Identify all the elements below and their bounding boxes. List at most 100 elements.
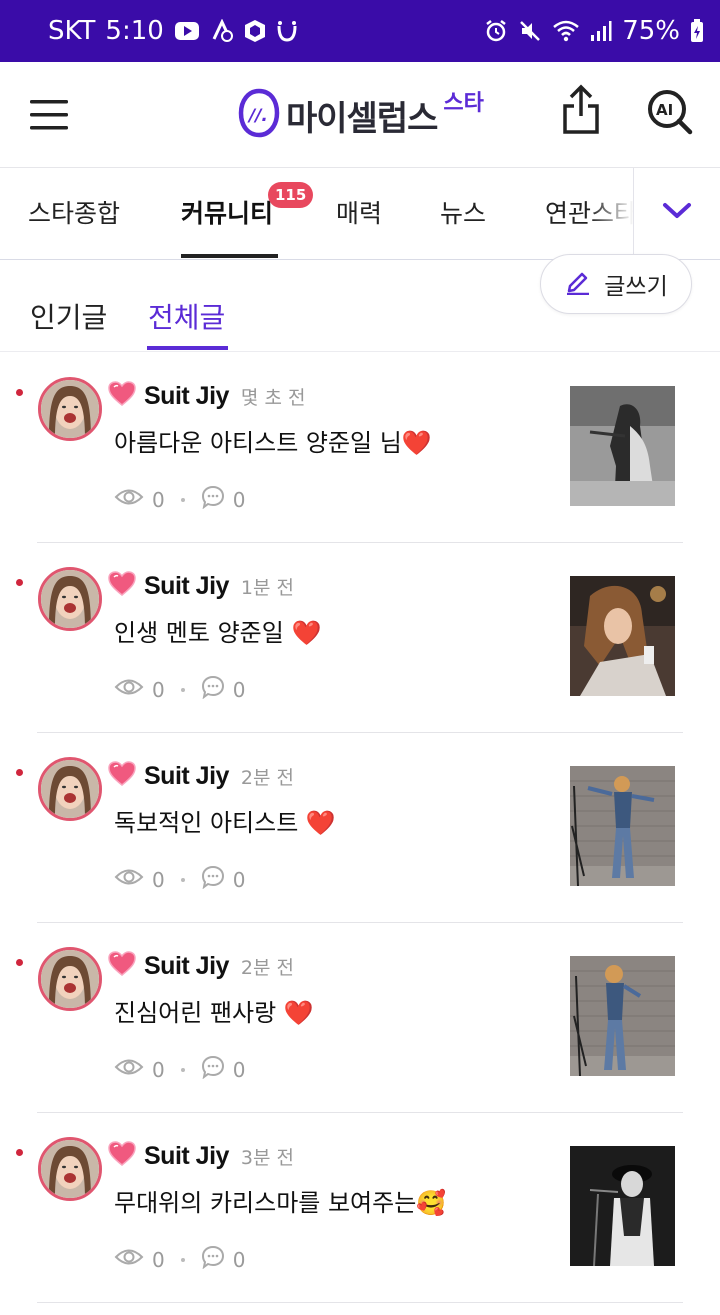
post-item[interactable]: Suit Jiy 2분 전 진심어린 팬사랑 ❤️ 0 0 [0,923,720,1113]
title-emoji: ❤️ [401,429,432,457]
new-post-dot [16,579,23,586]
box-app-icon [244,19,266,43]
tab-fade-overlay [590,168,634,258]
smile-app-icon [276,20,298,42]
author-name[interactable]: Suit Jiy [144,572,229,601]
post-item[interactable]: Suit Jiy 1분 전 인생 멘토 양준일 ❤️ 0 0 [0,543,720,733]
pencil-icon [564,267,592,301]
eye-icon [114,1056,144,1083]
post-title-text: 인생 멘토 양준일 [114,619,284,647]
view-count: 0 [152,1057,165,1082]
avatar[interactable] [38,377,102,441]
clock-label: 5:10 [105,16,164,46]
app-header: //. 마이셀럽스 스타 AI [0,62,720,168]
avatar[interactable] [38,947,102,1011]
alarm-icon [484,19,508,43]
post-thumbnail[interactable] [570,386,675,506]
eye-icon [114,486,144,513]
comment-icon [201,675,225,704]
tab-news[interactable]: 뉴스 [440,194,486,230]
post-title[interactable]: 독보적인 아티스트 ❤️ [114,803,336,838]
new-post-dot [16,769,23,776]
write-post-label: 글쓰기 [604,274,668,300]
post-title[interactable]: 아름다운 아티스트 양준일 님❤️ [114,423,432,458]
write-post-button[interactable]: 글쓰기 [540,254,692,314]
battery-icon [690,19,704,43]
stats-separator [180,1067,185,1072]
comment-count: 0 [232,867,246,892]
tab-popular-posts[interactable]: 인기글 [30,296,107,336]
active-tab-indicator [181,254,278,258]
tab-charm[interactable]: 매력 [336,194,382,230]
post-title-text: 아름다운 아티스트 양준일 님 [114,429,402,457]
title-emoji: ❤️ [291,619,322,647]
status-bar: SKT 5:10 75% [0,0,720,62]
expand-tabs-button[interactable] [633,168,720,258]
app-logo[interactable]: //. 마이셀럽스 스타 [238,80,484,150]
tab-star-overview[interactable]: 스타종합 [28,194,120,230]
carrier-label: SKT [48,16,96,46]
tab-all-posts[interactable]: 전체글 [148,296,225,336]
view-count: 0 [152,1247,165,1272]
comment-count: 0 [232,677,246,702]
community-count-badge: 115 [268,182,314,208]
title-emoji: ❤️ [305,809,336,837]
view-count: 0 [152,487,165,512]
post-title-text: 무대위의 카리스마를 보여주는 [114,1189,417,1217]
avatar[interactable] [38,757,102,821]
post-thumbnail[interactable] [570,956,675,1076]
heart-badge-icon [108,381,136,411]
post-stats: 0 0 [114,865,245,894]
author-name[interactable]: Suit Jiy [144,1142,229,1171]
heart-badge-icon [108,571,136,601]
post-stats: 0 0 [114,485,245,514]
share-icon[interactable] [560,84,602,136]
signal-icon [590,20,612,42]
menu-icon[interactable] [26,92,72,138]
eye-icon [114,866,144,893]
post-item[interactable]: Suit Jiy 몇 초 전 아름다운 아티스트 양준일 님❤️ 0 0 [0,353,720,543]
avatar[interactable] [38,1137,102,1201]
avatar[interactable] [38,567,102,631]
post-title-text: 독보적인 아티스트 [114,809,299,837]
post-item[interactable]: Suit Jiy 2분 전 독보적인 아티스트 ❤️ 0 0 [0,733,720,923]
stats-separator [180,687,185,692]
youtube-icon [174,21,200,41]
author-name[interactable]: Suit Jiy [144,762,229,791]
logo-mark-icon: //. [238,88,280,142]
post-title[interactable]: 진심어린 팬사랑 ❤️ [114,993,314,1028]
post-time: 3분 전 [240,1146,295,1169]
post-thumbnail[interactable] [570,576,675,696]
post-item[interactable]: Suit Jiy 3분 전 무대위의 카리스마를 보여주는🥰 0 0 [0,1113,720,1303]
logo-sup: 스타 [443,91,484,116]
chevron-down-icon [662,201,692,225]
heart-badge-icon [108,1141,136,1171]
post-time: 2분 전 [240,956,295,979]
category-tabs: 스타종합 커뮤니티 115 매력 뉴스 연관스타 [0,168,720,260]
tab-community[interactable]: 커뮤니티 [181,194,273,230]
mute-icon [518,19,542,43]
post-time: 1분 전 [240,576,295,599]
eye-icon [114,676,144,703]
post-title[interactable]: 무대위의 카리스마를 보여주는🥰 [114,1183,446,1218]
post-title[interactable]: 인생 멘토 양준일 ❤️ [114,613,321,648]
author-name[interactable]: Suit Jiy [144,952,229,981]
post-feed: Suit Jiy 몇 초 전 아름다운 아티스트 양준일 님❤️ 0 0 Sui… [0,353,720,1303]
stats-separator [180,877,185,882]
data-saver-icon [210,19,234,43]
active-subtab-indicator [147,346,228,350]
ai-search-icon[interactable]: AI [646,88,694,136]
view-count: 0 [152,867,165,892]
comment-icon [201,1055,225,1084]
view-count: 0 [152,677,165,702]
title-emoji: ❤️ [283,999,314,1027]
post-stats: 0 0 [114,1245,245,1274]
new-post-dot [16,389,23,396]
new-post-dot [16,1149,23,1156]
heart-badge-icon [108,761,136,791]
post-thumbnail[interactable] [570,1146,675,1266]
logo-text: 마이셀럽스 [286,98,438,139]
author-name[interactable]: Suit Jiy [144,382,229,411]
post-divider [37,1302,683,1303]
post-thumbnail[interactable] [570,766,675,886]
